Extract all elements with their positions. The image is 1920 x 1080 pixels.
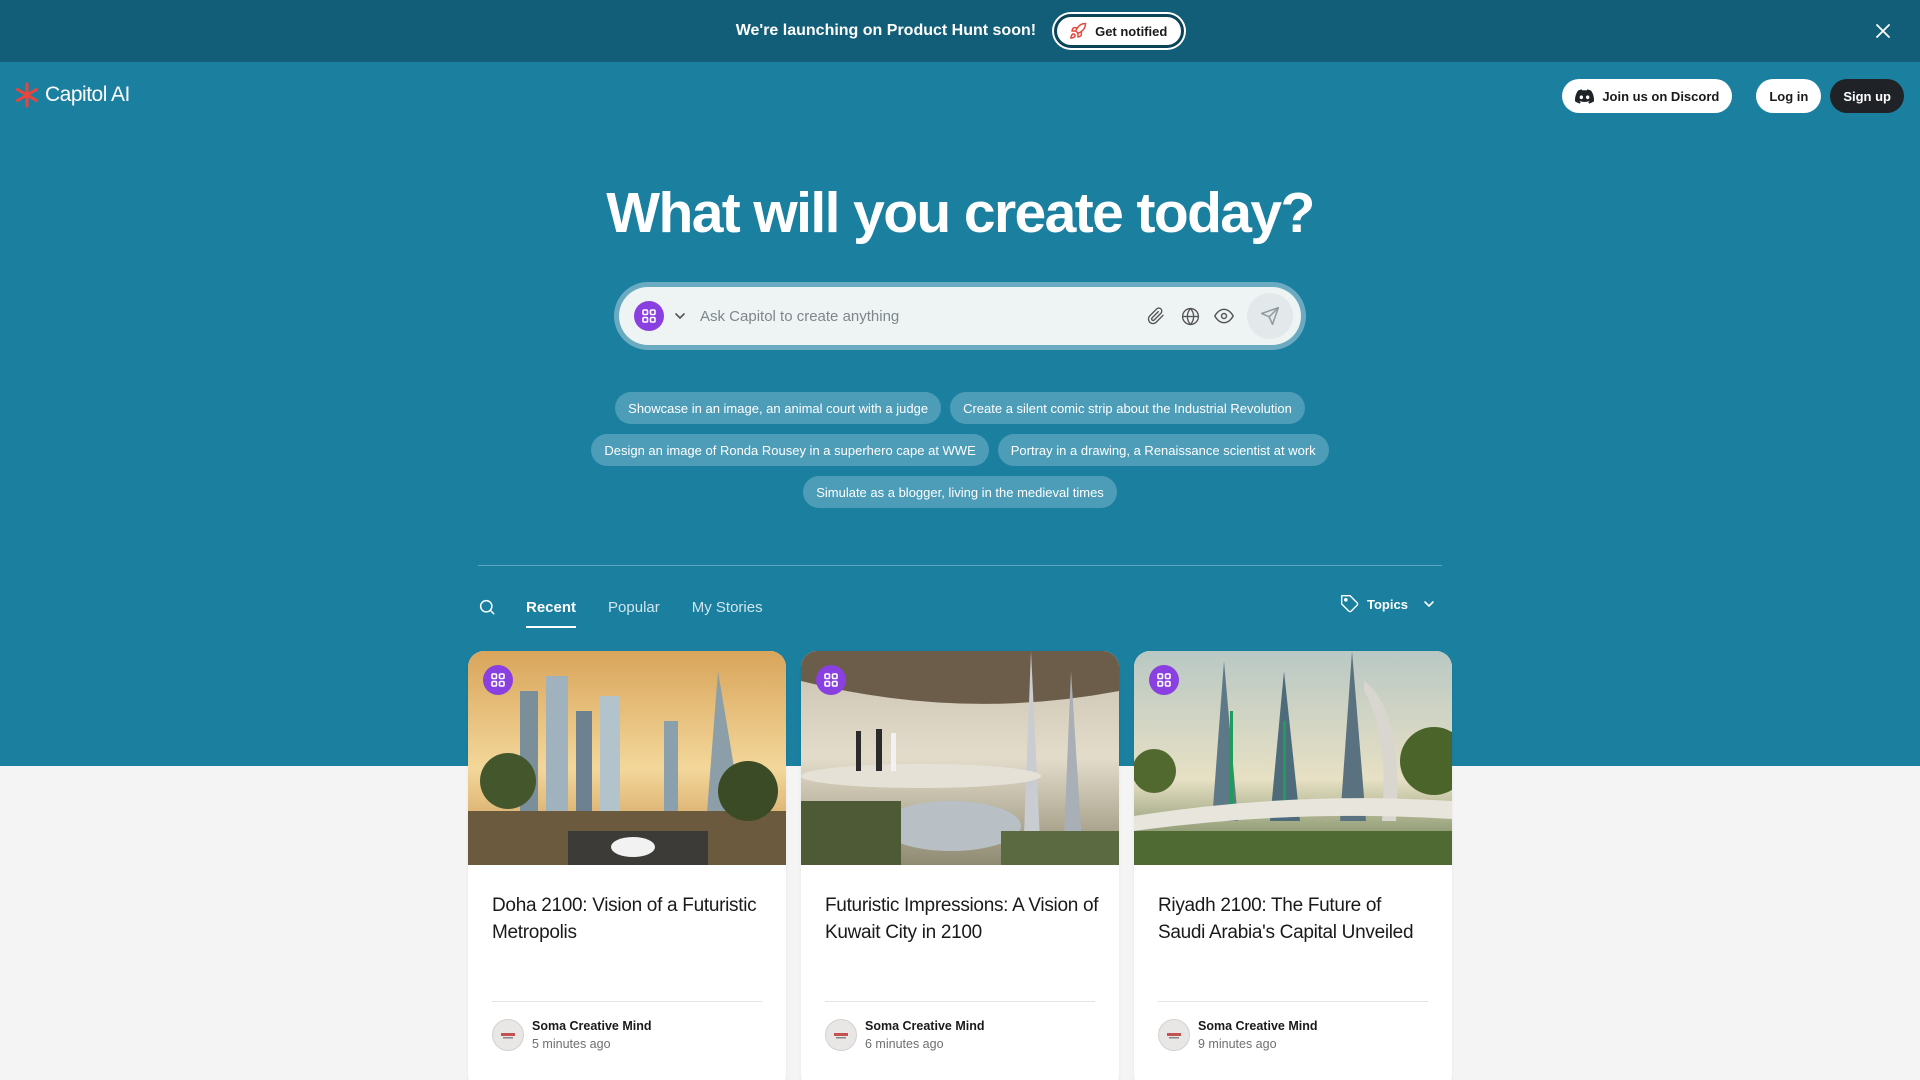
brand-name: Capitol AI — [45, 83, 130, 106]
tab-my-stories[interactable]: My Stories — [692, 592, 763, 622]
suggestion-row: Simulate as a blogger, living in the med… — [0, 476, 1920, 508]
post-time: 9 minutes ago — [1198, 1037, 1277, 1051]
app-grid-icon[interactable] — [634, 301, 664, 331]
search-icon[interactable] — [478, 596, 500, 618]
suggestion-row: Design an image of Ronda Rousey in a sup… — [0, 434, 1920, 466]
suggestion-chip[interactable]: Create a silent comic strip about the In… — [950, 392, 1305, 424]
get-notified-label: Get notified — [1095, 23, 1168, 39]
avatar — [492, 1019, 524, 1051]
story-image — [801, 651, 1119, 865]
announcement-bar: We're launching on Product Hunt soon! Ge… — [0, 0, 1920, 62]
discord-button[interactable]: Join us on Discord — [1562, 79, 1733, 113]
tab-recent[interactable]: Recent — [526, 592, 577, 628]
avatar — [1158, 1019, 1190, 1051]
brand-logo[interactable]: Capitol AI — [14, 82, 130, 108]
suggestion-chip[interactable]: Design an image of Ronda Rousey in a sup… — [591, 434, 989, 466]
post-time: 5 minutes ago — [532, 1037, 611, 1051]
prompt-box — [619, 287, 1301, 345]
story-image — [468, 651, 786, 865]
tag-icon — [1340, 594, 1359, 613]
discord-icon — [1575, 88, 1595, 104]
story-tabs: Recent Popular My Stories — [478, 592, 795, 628]
chevron-down-icon — [1424, 601, 1434, 608]
page-headline: What will you create today? — [606, 181, 1315, 245]
prompt-input[interactable] — [700, 307, 1139, 325]
topics-dropdown[interactable]: Topics — [1340, 594, 1435, 614]
tab-popular[interactable]: Popular — [608, 592, 660, 622]
story-image — [1134, 651, 1452, 865]
capitol-star-icon — [16, 82, 38, 108]
author-name: Soma Creative Mind — [532, 1019, 652, 1033]
story-author: Soma Creative Mind 6 minutes ago — [825, 1019, 984, 1051]
suggestion-row: Showcase in an image, an animal court wi… — [0, 392, 1920, 424]
story-card[interactable]: Doha 2100: Vision of a Futuristic Metrop… — [468, 651, 786, 1080]
close-icon[interactable] — [1870, 18, 1896, 44]
topics-label: Topics — [1367, 596, 1408, 612]
app-grid-icon — [1149, 665, 1179, 695]
story-title[interactable]: Futuristic Impressions: A Vision of Kuwa… — [825, 892, 1100, 946]
section-divider — [478, 565, 1442, 566]
author-name: Soma Creative Mind — [865, 1019, 985, 1033]
app-grid-icon — [816, 665, 846, 695]
signup-button[interactable]: Sign up — [1830, 79, 1904, 113]
post-time: 6 minutes ago — [865, 1037, 944, 1051]
send-icon — [1260, 306, 1280, 326]
eye-icon[interactable] — [1207, 299, 1241, 333]
app-grid-icon — [483, 665, 513, 695]
top-nav: Join us on Discord Log in Sign up — [1562, 79, 1904, 113]
announcement-text: We're launching on Product Hunt soon! — [735, 22, 1037, 39]
story-card[interactable]: Riyadh 2100: The Future of Saudi Arabia'… — [1134, 651, 1452, 1080]
send-button[interactable] — [1247, 293, 1293, 339]
story-title[interactable]: Doha 2100: Vision of a Futuristic Metrop… — [492, 892, 767, 946]
discord-label: Join us on Discord — [1602, 88, 1720, 104]
suggestion-chip[interactable]: Showcase in an image, an animal court wi… — [615, 392, 942, 424]
card-divider — [1158, 1001, 1428, 1002]
suggestion-chip[interactable]: Portray in a drawing, a Renaissance scie… — [997, 434, 1329, 466]
avatar — [825, 1019, 857, 1051]
globe-icon[interactable] — [1173, 299, 1207, 333]
story-author: Soma Creative Mind 9 minutes ago — [1158, 1019, 1317, 1051]
prompt-bar — [614, 282, 1306, 350]
card-divider — [492, 1001, 762, 1002]
story-card[interactable]: Futuristic Impressions: A Vision of Kuwa… — [801, 651, 1119, 1080]
story-author: Soma Creative Mind 5 minutes ago — [492, 1019, 651, 1051]
paperclip-icon[interactable] — [1139, 299, 1173, 333]
rocket-icon — [1070, 22, 1087, 39]
chevron-down-icon[interactable] — [674, 309, 688, 323]
author-name: Soma Creative Mind — [1198, 1019, 1318, 1033]
suggestion-chip[interactable]: Simulate as a blogger, living in the med… — [803, 476, 1117, 508]
card-divider — [825, 1001, 1095, 1002]
story-title[interactable]: Riyadh 2100: The Future of Saudi Arabia'… — [1158, 892, 1433, 946]
login-button[interactable]: Log in — [1756, 79, 1822, 113]
get-notified-button[interactable]: Get notified — [1054, 14, 1185, 48]
